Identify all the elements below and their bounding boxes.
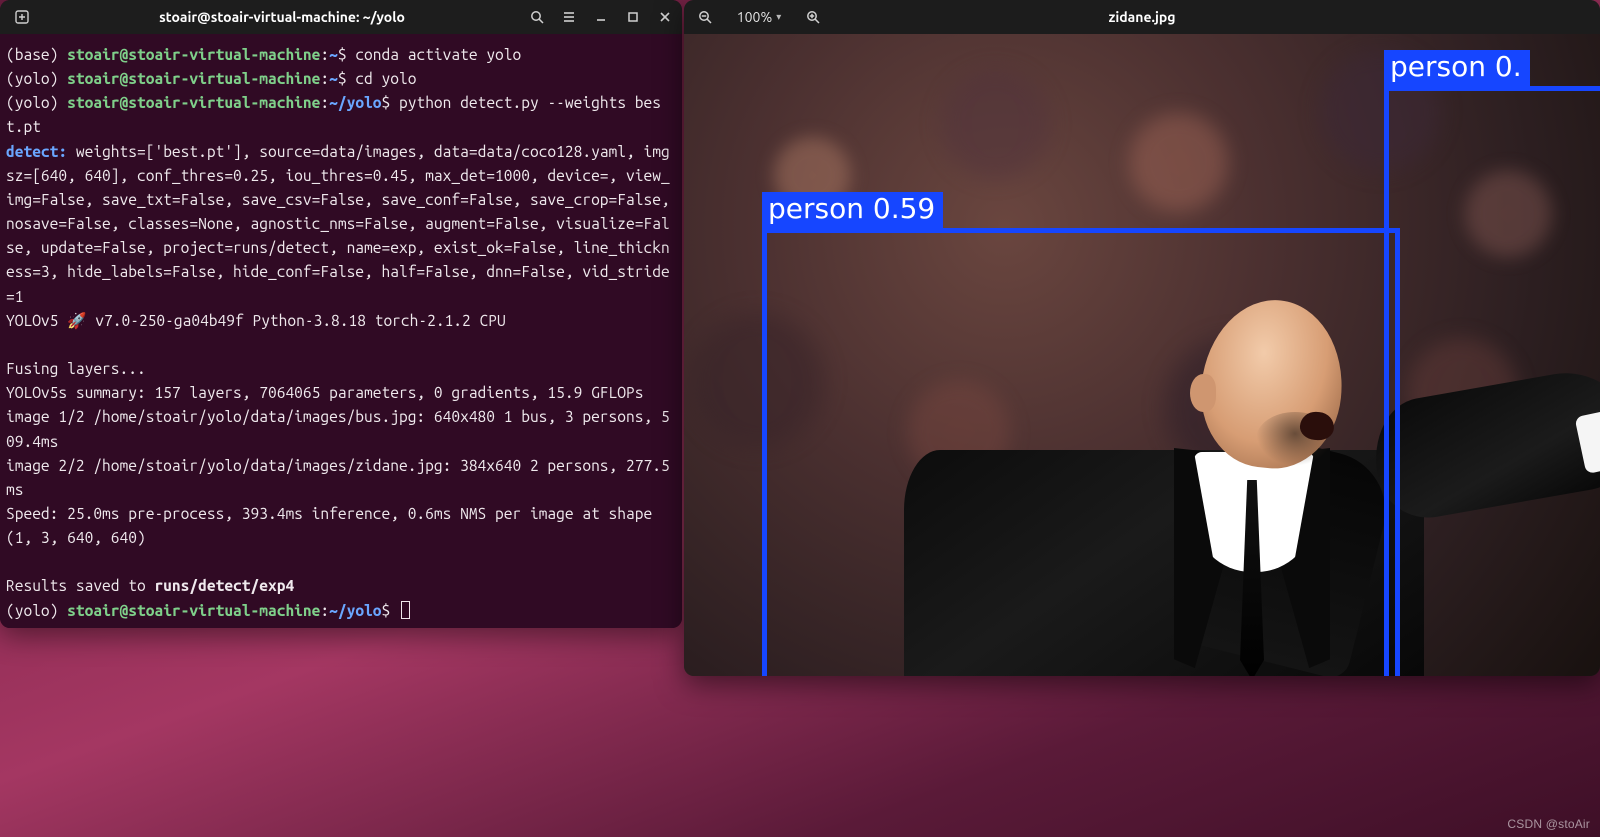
cursor xyxy=(401,601,410,619)
prompt-env: (yolo) xyxy=(6,93,67,111)
search-button[interactable] xyxy=(522,2,552,32)
image-canvas[interactable]: person 0.59 person 0. xyxy=(684,34,1600,676)
prompt-userhost: stoair@stoair-virtual-machine xyxy=(67,601,320,619)
zoom-level[interactable]: 100% ▾ xyxy=(722,9,796,25)
chevron-down-icon: ▾ xyxy=(776,11,781,23)
prompt-cwd: ~ xyxy=(329,69,338,87)
detect-label: detect: xyxy=(6,142,67,160)
zoom-text: 100% xyxy=(737,9,772,25)
command: cd yolo xyxy=(355,69,416,87)
speed-line: Speed: 25.0ms pre-process, 393.4ms infer… xyxy=(6,504,661,546)
viewer-titlebar[interactable]: 100% ▾ zidane.jpg xyxy=(684,0,1600,34)
prompt-userhost: stoair@stoair-virtual-machine xyxy=(67,93,320,111)
terminal-body[interactable]: (base) stoair@stoair-virtual-machine:~$ … xyxy=(0,34,682,628)
terminal-title: stoair@stoair-virtual-machine: ~/yolo xyxy=(46,9,518,25)
image1-line: image 1/2 /home/stoair/yolo/data/images/… xyxy=(6,407,670,449)
prompt-cwd: ~ xyxy=(329,45,338,63)
image2-line: image 2/2 /home/stoair/yolo/data/images/… xyxy=(6,456,670,498)
results-prefix: Results saved to xyxy=(6,576,154,594)
minimize-button[interactable] xyxy=(586,2,616,32)
prompt-cwd: ~/yolo xyxy=(329,93,381,111)
fusing-line: Fusing layers... xyxy=(6,359,146,377)
version-line: YOLOv5 🚀 v7.0-250-ga04b49f Python-3.8.18… xyxy=(6,311,506,329)
zoom-in-button[interactable] xyxy=(798,2,828,32)
close-button[interactable] xyxy=(650,2,680,32)
watermark: CSDN @stoAir xyxy=(1507,817,1590,831)
detection-label-1: person 0. xyxy=(1384,50,1530,87)
detection-box-0 xyxy=(762,228,1400,676)
detection-label-0: person 0.59 xyxy=(762,192,943,229)
viewer-title: zidane.jpg xyxy=(832,9,1452,25)
prompt-env: (base) xyxy=(6,45,67,63)
prompt-env: (yolo) xyxy=(6,601,67,619)
new-tab-button[interactable] xyxy=(2,0,42,34)
maximize-button[interactable] xyxy=(618,2,648,32)
summary-line: YOLOv5s summary: 157 layers, 7064065 par… xyxy=(6,383,643,401)
zoom-out-button[interactable] xyxy=(690,2,720,32)
results-path: runs/detect/exp4 xyxy=(154,576,294,594)
prompt-env: (yolo) xyxy=(6,69,67,87)
prompt-userhost: stoair@stoair-virtual-machine xyxy=(67,45,320,63)
menu-button[interactable] xyxy=(554,2,584,32)
terminal-titlebar[interactable]: stoair@stoair-virtual-machine: ~/yolo xyxy=(0,0,682,34)
prompt-userhost: stoair@stoair-virtual-machine xyxy=(67,69,320,87)
command: conda activate yolo xyxy=(355,45,521,63)
terminal-window: stoair@stoair-virtual-machine: ~/yolo (b… xyxy=(0,0,682,628)
prompt-cwd: ~/yolo xyxy=(329,601,381,619)
image-viewer-window: 100% ▾ zidane.jpg xyxy=(684,0,1600,676)
detect-args: weights=['best.pt'], source=data/images,… xyxy=(6,142,678,305)
detection-box-1 xyxy=(1384,86,1600,676)
